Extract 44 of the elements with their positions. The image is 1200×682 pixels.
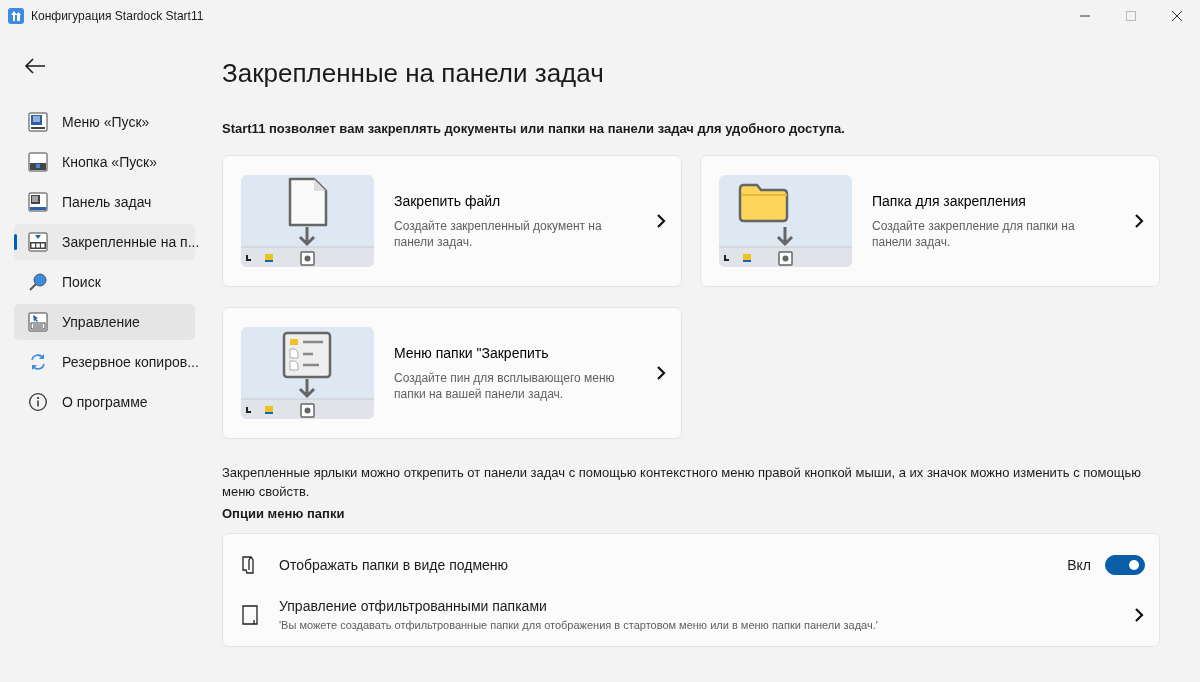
option-title: Управление отфильтрованными папками bbox=[279, 597, 548, 617]
sidebar-item[interactable]: Поиск bbox=[14, 264, 195, 300]
option-title: Отображать папки в виде подменю bbox=[279, 555, 510, 575]
sidebar-item[interactable]: Управление bbox=[14, 304, 195, 340]
pinned-icon bbox=[28, 232, 48, 252]
info-icon bbox=[28, 392, 48, 412]
start-button-icon bbox=[28, 152, 48, 172]
search-icon bbox=[28, 272, 48, 292]
sidebar-item[interactable]: Панель задач bbox=[14, 184, 195, 220]
close-icon bbox=[1172, 11, 1182, 21]
pin-option-card[interactable]: Меню папки "Закрепить Создайте пин для всплывающего меню папки на вашей панели задач. bbox=[222, 306, 682, 439]
taskbar-icon bbox=[28, 192, 48, 212]
sync-icon bbox=[28, 352, 48, 372]
app-icon bbox=[8, 8, 24, 24]
start-menu-icon bbox=[28, 112, 48, 132]
keyboard-pointer-icon bbox=[28, 312, 48, 332]
window-title: Конфигурация Stardock Start11 bbox=[31, 8, 204, 25]
intro-text: Start11 позволяет вам закреплять документы или папки на панели задач для удобного доступа. bbox=[222, 120, 846, 138]
option-description: 'Вы можете создавать отфильтрованные папки для отображения в стартовом меню или в меню папки панели задач.' bbox=[279, 618, 879, 634]
pin-option-card[interactable]: Папка для закрепления Создайте закрепление для папки на панели задач. bbox=[700, 154, 1160, 287]
pin-option-card[interactable]: Закрепить файл Создайте закрепленный документ на панели задач. bbox=[222, 154, 682, 287]
sidebar-item[interactable]: О программе bbox=[14, 384, 195, 420]
selection-indicator bbox=[14, 234, 17, 250]
chevron-right-icon bbox=[655, 364, 667, 381]
card-title: Меню папки "Закрепить bbox=[394, 343, 550, 363]
back-arrow-icon bbox=[24, 58, 46, 74]
chevron-button[interactable] bbox=[1133, 607, 1145, 623]
card-description: Создайте пин для всплывающего меню папки на вашей панели задач. bbox=[394, 369, 616, 403]
toggle-state-label: Вкл bbox=[1067, 555, 1091, 575]
sidebar-item[interactable]: Кнопка «Пуск» bbox=[14, 144, 195, 180]
card-description: Создайте закрепленный документ на панели задач. bbox=[394, 217, 603, 251]
sidebar-item[interactable]: Меню «Пуск» bbox=[14, 104, 195, 140]
card-title: Папка для закрепления bbox=[872, 191, 1027, 211]
page-title: Закрепленные на панели задач bbox=[222, 57, 605, 90]
chevron-right-icon bbox=[655, 212, 667, 229]
info-note: Закрепленные ярлыки можно открепить от панели задач с помощью контекстного меню правой кнопкой мыши, а их значок можно изменить с помощью меню свойств. bbox=[222, 463, 1142, 501]
card-title: Закрепить файл bbox=[394, 191, 502, 211]
chevron-right-icon bbox=[1133, 607, 1145, 623]
document-outline-icon bbox=[241, 604, 259, 626]
chevron-right-icon bbox=[1133, 212, 1145, 229]
section-heading: Опции меню папки bbox=[222, 504, 346, 523]
card-description: Создайте закрепление для папки на панели задач. bbox=[872, 217, 1076, 251]
toggle-switch[interactable] bbox=[1105, 555, 1145, 575]
maximize-icon bbox=[1126, 11, 1136, 21]
